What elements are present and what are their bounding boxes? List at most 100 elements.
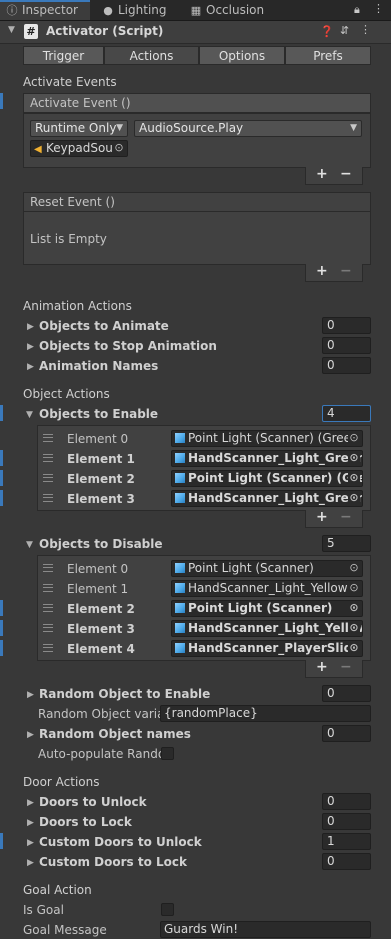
disable-element-0-field[interactable]: Point Light (Scanner) ⊙ <box>171 560 363 577</box>
plus-icon[interactable]: + <box>316 659 328 675</box>
random-object-variable-label: Random Object varial <box>38 707 168 721</box>
custom-doors-to-unlock-count[interactable]: 1 <box>322 833 371 850</box>
random-object-variable-input[interactable]: {randomPlace} <box>160 705 371 722</box>
help-icon[interactable]: ❓ <box>320 25 334 38</box>
subtab-options[interactable]: Options <box>199 46 285 65</box>
drag-handle-icon[interactable] <box>43 454 53 462</box>
enable-element-3-field[interactable]: HandScanner_Light_Green ⊙ <box>171 490 363 507</box>
enable-element-2-field[interactable]: Point Light (Scanner) (Gree ⊙ <box>171 470 363 487</box>
tab-occlusion[interactable]: ▦ Occlusion <box>184 0 274 20</box>
object-picker-icon[interactable]: ⊙ <box>348 622 360 634</box>
drag-handle-icon[interactable] <box>43 604 53 612</box>
goal-message-input[interactable]: Guards Win! <box>160 921 371 938</box>
drag-handle-icon[interactable] <box>43 434 53 442</box>
occlusion-icon: ▦ <box>190 4 202 17</box>
function-dropdown[interactable]: AudioSource.Play ▼ <box>134 120 362 137</box>
auto-populate-checkbox[interactable] <box>161 747 174 760</box>
subtab-actions[interactable]: Actions <box>104 46 199 65</box>
objects-to-stop-animation-count[interactable]: 0 <box>322 337 371 354</box>
disable-element-2-field[interactable]: Point Light (Scanner) ⊙ <box>171 600 363 617</box>
selection-marker <box>0 490 3 506</box>
objects-to-animate-count[interactable]: 0 <box>322 317 371 334</box>
object-picker-icon[interactable]: ⊙ <box>348 432 360 444</box>
disable-element-3-field[interactable]: HandScanner_Light_Yellow ⊙ <box>171 620 363 637</box>
gameobject-icon <box>175 453 185 463</box>
minus-icon[interactable]: − <box>340 166 352 182</box>
object-picker-icon[interactable]: ⊙ <box>348 582 360 594</box>
object-picker-icon[interactable]: ⊙ <box>348 642 360 654</box>
random-object-names-label: Random Object names <box>39 727 191 741</box>
minus-icon: − <box>340 263 352 279</box>
random-object-to-enable-label: Random Object to Enable <box>39 687 211 701</box>
doors-to-unlock-label: Doors to Unlock <box>39 795 147 809</box>
expand-triangle-icon[interactable]: ▶ <box>27 798 34 808</box>
event-object-field[interactable]: ◀ KeypadSou ⊙ <box>30 140 128 157</box>
enable-element-3-label: Element 3 <box>67 492 135 506</box>
reset-event-box: List is Empty <box>23 211 371 265</box>
runtime-dropdown[interactable]: Runtime Only ▼ <box>30 120 128 137</box>
drag-handle-icon[interactable] <box>43 564 53 572</box>
minus-icon: − <box>340 659 352 675</box>
expand-triangle-icon[interactable]: ▶ <box>27 838 34 848</box>
drag-handle-icon[interactable] <box>43 494 53 502</box>
random-object-to-enable-count[interactable]: 0 <box>322 685 371 702</box>
lock-icon[interactable]: 🔒︎ <box>354 3 360 17</box>
collapse-triangle-icon[interactable]: ▼ <box>26 410 33 420</box>
expand-triangle-icon[interactable]: ▶ <box>27 858 34 868</box>
chevron-down-icon: ▼ <box>116 123 123 133</box>
objects-to-enable-label: Objects to Enable <box>39 407 159 421</box>
plus-icon[interactable]: + <box>316 166 328 182</box>
reset-event-add-remove: + − <box>305 263 363 282</box>
component-title: Activator (Script) <box>46 24 164 38</box>
subtab-prefs[interactable]: Prefs <box>285 46 371 65</box>
doors-to-unlock-count[interactable]: 0 <box>322 793 371 810</box>
info-icon: ⓘ <box>6 4 18 17</box>
expand-triangle-icon[interactable]: ▶ <box>27 362 34 372</box>
object-picker-icon[interactable]: ⊙ <box>348 562 360 574</box>
random-object-names-count[interactable]: 0 <box>322 725 371 742</box>
selection-marker <box>0 93 3 109</box>
preset-icon[interactable]: ⇵ <box>340 24 349 37</box>
is-goal-checkbox[interactable] <box>161 903 174 916</box>
window-tab-bar: ⓘ Inspector ● Lighting ▦ Occlusion 🔒︎ ⋮ <box>0 0 391 21</box>
animation-names-count[interactable]: 0 <box>322 357 371 374</box>
objects-to-disable-count[interactable]: 5 <box>322 535 371 552</box>
enable-element-0-field[interactable]: Point Light (Scanner) (Green ⊙ <box>171 430 363 447</box>
audio-source-icon: ◀ <box>34 144 42 155</box>
empty-list-text: List is Empty <box>30 232 107 246</box>
plus-icon[interactable]: + <box>316 263 328 279</box>
tab-lighting[interactable]: ● Lighting <box>96 0 184 20</box>
object-picker-icon[interactable]: ⊙ <box>113 142 125 154</box>
collapse-triangle-icon[interactable]: ▼ <box>26 540 33 550</box>
expand-triangle-icon[interactable]: ▶ <box>27 818 34 828</box>
drag-handle-icon[interactable] <box>43 644 53 652</box>
expand-triangle-icon[interactable]: ▶ <box>27 730 34 740</box>
collapse-triangle-icon[interactable]: ▼ <box>8 25 15 35</box>
object-picker-icon[interactable]: ⊙ <box>348 452 360 464</box>
selection-marker <box>0 640 3 656</box>
plus-icon[interactable]: + <box>316 509 328 525</box>
expand-triangle-icon[interactable]: ▶ <box>27 322 34 332</box>
disable-element-1-field[interactable]: HandScanner_Light_Yellow ⊙ <box>171 580 363 597</box>
drag-handle-icon[interactable] <box>43 474 53 482</box>
drag-handle-icon[interactable] <box>43 584 53 592</box>
subtab-trigger[interactable]: Trigger <box>23 46 104 65</box>
kebab-menu-icon[interactable]: ⋮ <box>360 23 371 36</box>
enable-element-1-field[interactable]: HandScanner_Light_Green ⊙ <box>171 450 363 467</box>
object-picker-icon[interactable]: ⊙ <box>348 492 360 504</box>
expand-triangle-icon[interactable]: ▶ <box>27 690 34 700</box>
disable-element-4-field[interactable]: HandScanner_PlayerSlide (⊙ <box>171 640 363 657</box>
object-picker-icon[interactable]: ⊙ <box>348 472 360 484</box>
gameobject-icon <box>175 433 185 443</box>
expand-triangle-icon[interactable]: ▶ <box>27 342 34 352</box>
object-picker-icon[interactable]: ⊙ <box>348 602 360 614</box>
enable-element-0-label: Element 0 <box>67 432 129 446</box>
custom-doors-to-lock-count[interactable]: 0 <box>322 853 371 870</box>
drag-handle-icon[interactable] <box>43 624 53 632</box>
doors-to-lock-count[interactable]: 0 <box>322 813 371 830</box>
tab-inspector[interactable]: ⓘ Inspector <box>0 0 90 20</box>
doors-to-lock-label: Doors to Lock <box>39 815 132 829</box>
custom-doors-to-lock-label: Custom Doors to Lock <box>39 855 187 869</box>
kebab-menu-icon[interactable]: ⋮ <box>373 2 384 15</box>
objects-to-enable-count[interactable]: 4 <box>322 405 371 422</box>
